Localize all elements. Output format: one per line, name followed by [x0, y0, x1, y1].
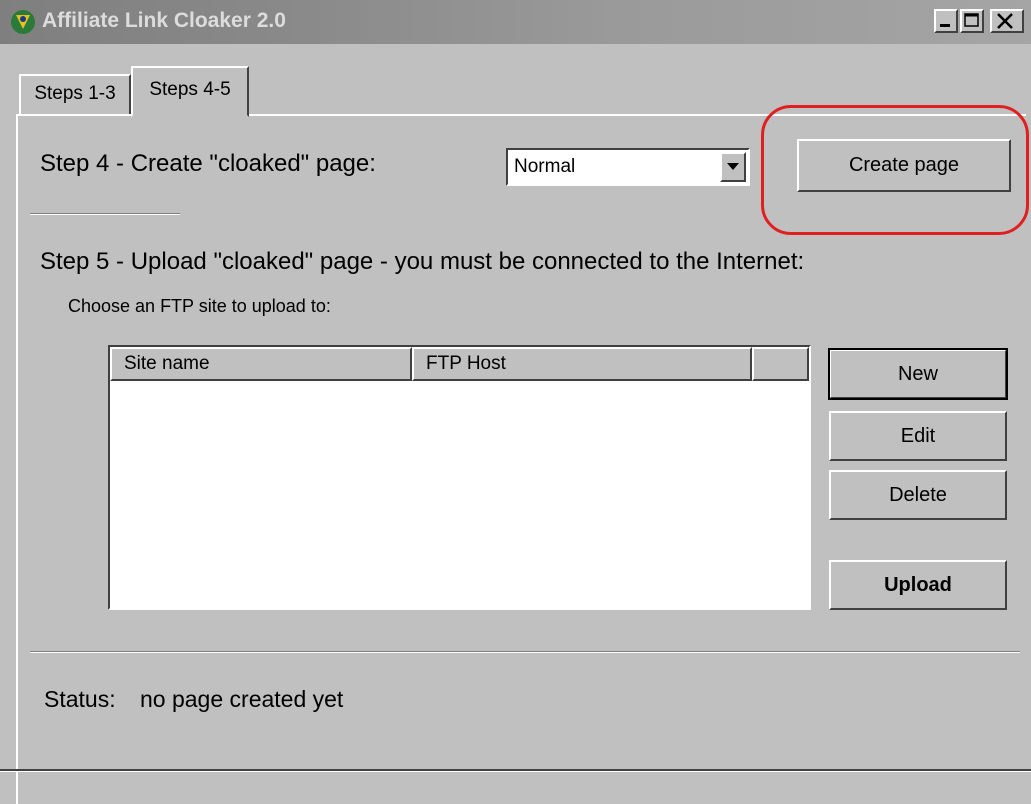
column-header-ftp-host[interactable]: FTP Host [412, 347, 752, 381]
minimize-icon [940, 24, 950, 27]
dropdown-selected-value: Normal [514, 156, 576, 177]
column-header-extra[interactable] [752, 347, 809, 381]
column-header-site-name[interactable]: Site name [110, 347, 412, 381]
status-label: Status: [44, 686, 116, 712]
new-site-button[interactable]: New [828, 348, 1008, 400]
step5-label: Step 5 - Upload "cloaked" page - you mus… [40, 248, 805, 275]
title-bar[interactable]: Affiliate Link Cloaker 2.0 [0, 0, 1031, 44]
window-bottom-edge [0, 769, 1031, 772]
maximize-icon [964, 13, 979, 27]
divider [30, 651, 1020, 653]
create-page-button[interactable]: Create page [797, 139, 1011, 192]
dropdown-button[interactable] [720, 152, 746, 182]
minimize-button[interactable] [934, 9, 958, 33]
upload-button[interactable]: Upload [829, 560, 1007, 610]
delete-site-button[interactable]: Delete [829, 470, 1007, 520]
divider [30, 213, 180, 215]
status-value: no page created yet [140, 686, 344, 712]
list-body[interactable] [110, 381, 809, 608]
app-icon [11, 10, 35, 34]
page-type-dropdown[interactable]: Normal [506, 148, 750, 186]
close-button[interactable] [990, 9, 1024, 33]
edit-site-button[interactable]: Edit [829, 411, 1007, 461]
window-title: Affiliate Link Cloaker 2.0 [42, 9, 286, 32]
tab-steps-1-3[interactable]: Steps 1-3 [19, 74, 131, 115]
step4-label: Step 4 - Create "cloaked" page: [40, 150, 376, 177]
close-icon [997, 13, 1013, 29]
ftp-site-list[interactable]: Site name FTP Host [108, 345, 811, 610]
maximize-button[interactable] [960, 9, 984, 33]
tab-steps-4-5[interactable]: Steps 4-5 [131, 66, 249, 117]
chevron-down-icon [727, 163, 739, 170]
ftp-prompt: Choose an FTP site to upload to: [68, 296, 331, 316]
